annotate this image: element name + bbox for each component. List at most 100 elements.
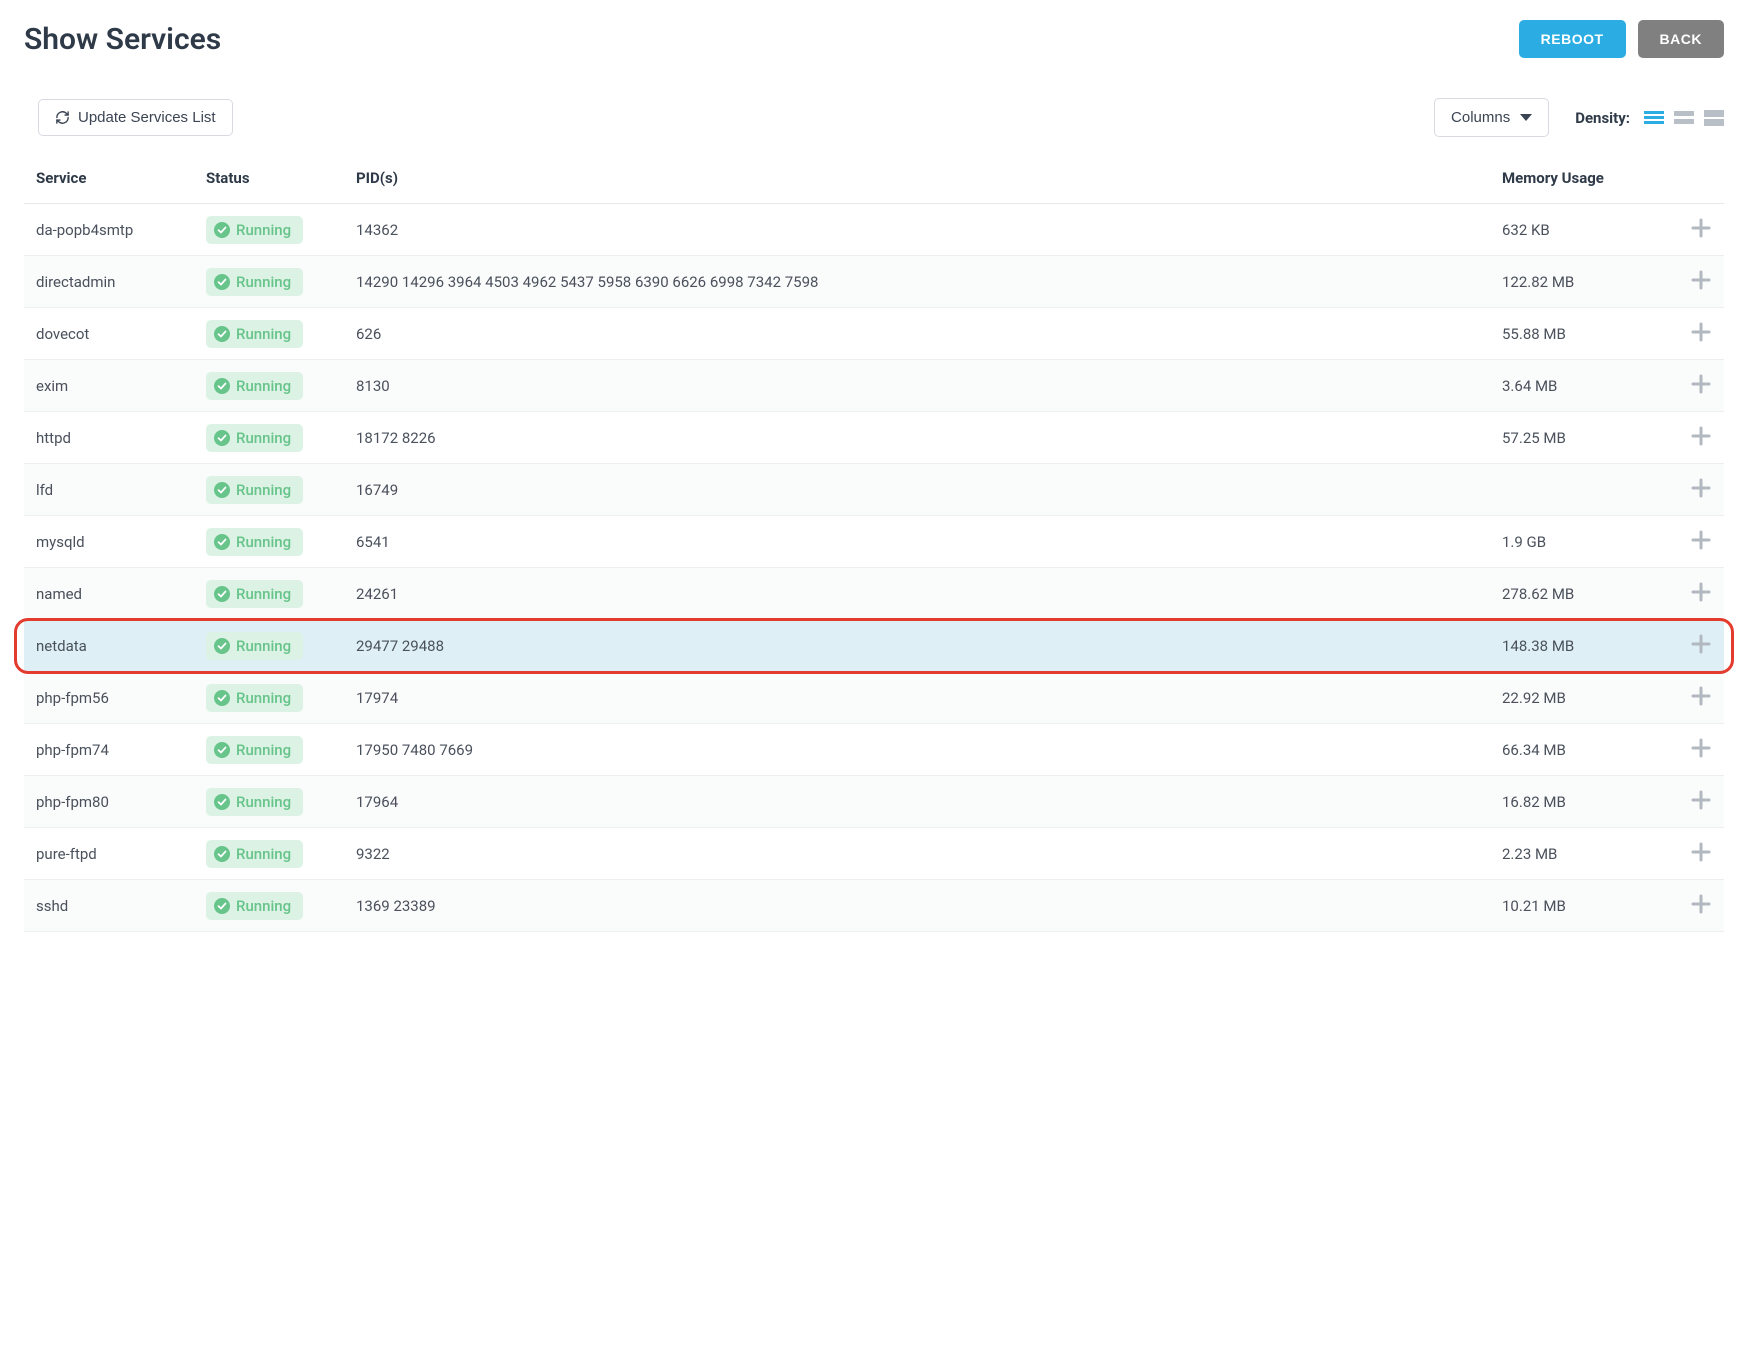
table-row: eximRunning81303.64 MB [24, 360, 1724, 412]
status-badge: Running [206, 216, 303, 244]
check-circle-icon [214, 794, 230, 810]
expand-row-button[interactable] [1690, 789, 1712, 811]
cell-status: Running [194, 516, 344, 568]
expand-row-button[interactable] [1690, 737, 1712, 759]
reboot-button[interactable]: REBOOT [1519, 20, 1626, 58]
cell-action [1670, 308, 1724, 360]
cell-service: lfd [24, 464, 194, 516]
check-circle-icon [214, 378, 230, 394]
back-button[interactable]: BACK [1638, 20, 1724, 58]
table-head: Service Status PID(s) Memory Usage [24, 159, 1724, 204]
status-text: Running [236, 793, 291, 811]
cell-memory: 66.34 MB [1490, 724, 1670, 776]
expand-row-button[interactable] [1690, 685, 1712, 707]
cell-service: sshd [24, 880, 194, 932]
status-text: Running [236, 845, 291, 863]
col-header-pids[interactable]: PID(s) [344, 159, 1490, 204]
cell-memory: 55.88 MB [1490, 308, 1670, 360]
cell-pids: 14290 14296 3964 4503 4962 5437 5958 639… [344, 256, 1490, 308]
check-circle-icon [214, 638, 230, 654]
cell-service: httpd [24, 412, 194, 464]
status-text: Running [236, 533, 291, 551]
chevron-down-icon [1520, 114, 1532, 121]
cell-memory: 632 KB [1490, 204, 1670, 256]
cell-action [1670, 516, 1724, 568]
cell-pids: 1369 23389 [344, 880, 1490, 932]
expand-row-button[interactable] [1690, 373, 1712, 395]
density-medium-icon[interactable] [1674, 110, 1694, 126]
cell-pids: 17974 [344, 672, 1490, 724]
col-header-service[interactable]: Service [24, 159, 194, 204]
cell-pids: 24261 [344, 568, 1490, 620]
cell-memory: 122.82 MB [1490, 256, 1670, 308]
cell-memory: 148.38 MB [1490, 620, 1670, 672]
status-badge: Running [206, 424, 303, 452]
expand-row-button[interactable] [1690, 425, 1712, 447]
expand-row-button[interactable] [1690, 529, 1712, 551]
status-text: Running [236, 429, 291, 447]
table-row: php-fpm80Running1796416.82 MB [24, 776, 1724, 828]
table-row: namedRunning24261278.62 MB [24, 568, 1724, 620]
cell-pids: 9322 [344, 828, 1490, 880]
table-row: netdataRunning29477 29488148.38 MB [24, 620, 1724, 672]
cell-service: directadmin [24, 256, 194, 308]
expand-row-button[interactable] [1690, 841, 1712, 863]
cell-pids: 6541 [344, 516, 1490, 568]
cell-memory: 22.92 MB [1490, 672, 1670, 724]
cell-memory: 1.9 GB [1490, 516, 1670, 568]
cell-memory: 10.21 MB [1490, 880, 1670, 932]
expand-row-button[interactable] [1690, 269, 1712, 291]
density-wide-icon[interactable] [1704, 110, 1724, 126]
expand-row-button[interactable] [1690, 633, 1712, 655]
cell-status: Running [194, 880, 344, 932]
expand-row-button[interactable] [1690, 217, 1712, 239]
table-row: php-fpm56Running1797422.92 MB [24, 672, 1724, 724]
status-badge: Running [206, 892, 303, 920]
cell-service: php-fpm56 [24, 672, 194, 724]
table-row: sshd Running 1369 2338910.21 MB [24, 880, 1724, 932]
cell-pids: 14362 [344, 204, 1490, 256]
cell-pids: 8130 [344, 360, 1490, 412]
cell-action [1670, 724, 1724, 776]
expand-row-button[interactable] [1690, 321, 1712, 343]
cell-action [1670, 256, 1724, 308]
services-table: Service Status PID(s) Memory Usage da-po… [24, 159, 1724, 932]
cell-memory: 3.64 MB [1490, 360, 1670, 412]
expand-row-button[interactable] [1690, 893, 1712, 915]
cell-pids: 16749 [344, 464, 1490, 516]
expand-row-button[interactable] [1690, 581, 1712, 603]
density-label: Density: [1575, 109, 1630, 127]
table-row: directadmin Running 14290 14296 3964 4503 … [24, 256, 1724, 308]
expand-row-button[interactable] [1690, 477, 1712, 499]
cell-status: Running [194, 724, 344, 776]
cell-pids: 626 [344, 308, 1490, 360]
columns-button[interactable]: Columns [1434, 98, 1549, 137]
status-badge: Running [206, 580, 303, 608]
col-header-memory[interactable]: Memory Usage [1490, 159, 1670, 204]
cell-service: dovecot [24, 308, 194, 360]
toolbar: Update Services List Columns Density: [24, 98, 1724, 137]
page-title: Show Services [24, 22, 221, 57]
col-header-status[interactable]: Status [194, 159, 344, 204]
density-compact-icon[interactable] [1644, 110, 1664, 126]
col-header-action [1670, 159, 1724, 204]
cell-service: da-popb4smtp [24, 204, 194, 256]
table-row: mysqldRunning65411.9 GB [24, 516, 1724, 568]
cell-status: Running [194, 308, 344, 360]
check-circle-icon [214, 222, 230, 238]
cell-pids: 17964 [344, 776, 1490, 828]
cell-action [1670, 360, 1724, 412]
table-row: httpdRunning18172 822657.25 MB [24, 412, 1724, 464]
update-services-button[interactable]: Update Services List [38, 99, 233, 136]
check-circle-icon [214, 430, 230, 446]
cell-status: Running [194, 568, 344, 620]
status-text: Running [236, 637, 291, 655]
cell-action [1670, 412, 1724, 464]
status-text: Running [236, 273, 291, 291]
status-text: Running [236, 741, 291, 759]
cell-memory: 57.25 MB [1490, 412, 1670, 464]
cell-memory [1490, 464, 1670, 516]
cell-memory: 16.82 MB [1490, 776, 1670, 828]
density-icons [1644, 110, 1724, 126]
status-badge: Running [206, 268, 303, 296]
